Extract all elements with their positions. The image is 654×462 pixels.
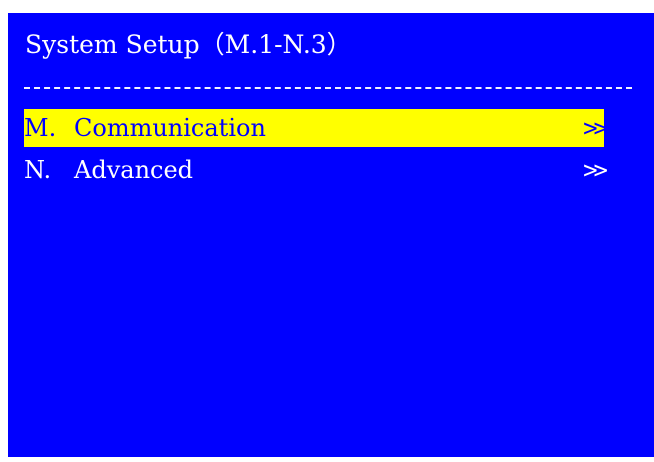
- chevron-right-icon: >>: [583, 156, 608, 184]
- menu-item-label: Advanced: [74, 156, 194, 184]
- page-title: System Setup（M.1-N.3）: [25, 30, 352, 59]
- menu-item-label: Communication: [74, 114, 266, 142]
- chevron-right-icon: >>: [583, 114, 608, 142]
- menu-item-communication[interactable]: M. Communication >>: [24, 109, 608, 147]
- header-divider: [24, 87, 632, 89]
- menu-item-key: M.: [24, 114, 57, 142]
- menu-item-key: N.: [24, 156, 52, 184]
- menu-item-advanced[interactable]: N. Advanced >>: [24, 151, 608, 189]
- setup-screen: System Setup（M.1-N.3） M. Communication >…: [8, 13, 654, 457]
